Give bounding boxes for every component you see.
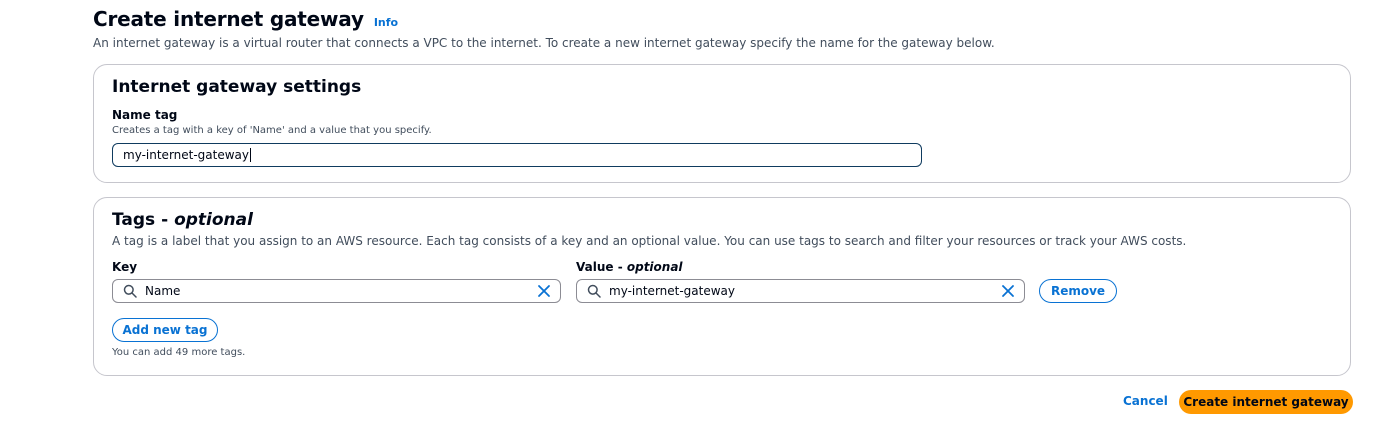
tags-panel: Tags - optional A tag is a label that yo… bbox=[93, 197, 1351, 376]
page-description: An internet gateway is a virtual router … bbox=[93, 36, 995, 50]
create-internet-gateway-button[interactable]: Create internet gateway bbox=[1179, 390, 1353, 414]
tag-limit-hint: You can add 49 more tags. bbox=[112, 347, 246, 358]
cancel-button[interactable]: Cancel bbox=[1123, 394, 1168, 408]
name-tag-hint: Creates a tag with a key of 'Name' and a… bbox=[112, 125, 432, 136]
name-tag-value: my-internet-gateway bbox=[123, 148, 250, 162]
search-icon bbox=[123, 284, 137, 298]
tag-key-input[interactable]: Name bbox=[112, 279, 561, 303]
value-label-text: Value - bbox=[576, 260, 627, 274]
page-header: Create internet gateway Info bbox=[93, 7, 398, 31]
remove-tag-button[interactable]: Remove bbox=[1039, 279, 1117, 303]
tag-key-value: Name bbox=[145, 284, 181, 298]
name-tag-label: Name tag bbox=[112, 108, 178, 122]
tags-heading: Tags - optional bbox=[112, 210, 253, 230]
close-icon[interactable] bbox=[1000, 283, 1016, 299]
search-icon bbox=[587, 284, 601, 298]
value-label: Value - optional bbox=[576, 260, 683, 274]
tags-description: A tag is a label that you assign to an A… bbox=[112, 234, 1187, 248]
value-label-optional: optional bbox=[626, 260, 683, 274]
tags-heading-text: Tags - bbox=[112, 210, 175, 230]
settings-heading: Internet gateway settings bbox=[112, 77, 362, 97]
text-caret bbox=[250, 148, 252, 162]
page-title: Create internet gateway bbox=[93, 7, 364, 31]
tags-heading-optional: optional bbox=[174, 210, 253, 230]
close-icon[interactable] bbox=[536, 283, 552, 299]
info-link[interactable]: Info bbox=[374, 16, 398, 29]
tag-value-input[interactable]: my-internet-gateway bbox=[576, 279, 1025, 303]
settings-panel: Internet gateway settings Name tag Creat… bbox=[93, 64, 1351, 183]
name-tag-input[interactable]: my-internet-gateway bbox=[112, 143, 922, 167]
tag-value-value: my-internet-gateway bbox=[609, 284, 736, 298]
add-new-tag-button[interactable]: Add new tag bbox=[112, 318, 218, 342]
key-label: Key bbox=[112, 260, 138, 274]
